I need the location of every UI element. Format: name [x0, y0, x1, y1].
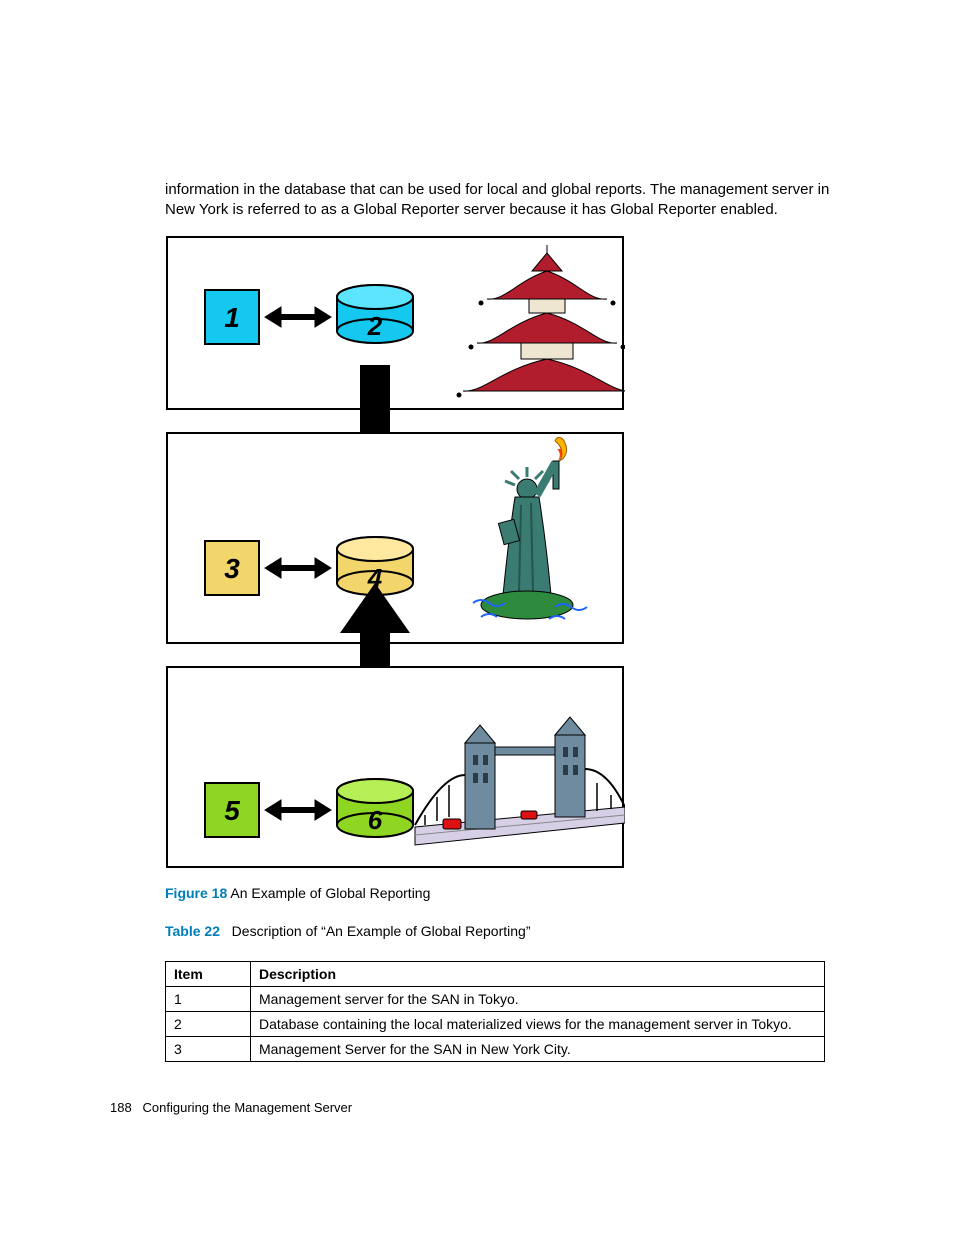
- table-row: 2 Database containing the local material…: [166, 1011, 825, 1036]
- table-row: 3 Management Server for the SAN in New Y…: [166, 1036, 825, 1061]
- col-header-description: Description: [251, 961, 825, 986]
- col-header-item: Item: [166, 961, 251, 986]
- page-number: 188: [110, 1100, 132, 1115]
- section-title: Configuring the Management Server: [143, 1100, 353, 1115]
- label-box-5: 5: [224, 795, 240, 826]
- label-box-1: 1: [224, 302, 240, 333]
- figure-diagram: 1 2: [165, 235, 844, 875]
- label-box-2: 2: [367, 311, 383, 341]
- table-header-row: Item Description: [166, 961, 825, 986]
- cell-item: 2: [166, 1011, 251, 1036]
- cell-description: Management server for the SAN in Tokyo.: [251, 986, 825, 1011]
- cell-description: Management Server for the SAN in New Yor…: [251, 1036, 825, 1061]
- table-caption-text: Description of “An Example of Global Rep…: [232, 923, 531, 939]
- figure-caption-text-value: An Example of Global Reporting: [230, 885, 430, 901]
- intro-paragraph: information in the database that can be …: [165, 180, 844, 221]
- table-caption: Table 22 Description of “An Example of G…: [165, 923, 844, 939]
- cell-item: 3: [166, 1036, 251, 1061]
- cell-item: 1: [166, 986, 251, 1011]
- page-footer: 188 Configuring the Management Server: [110, 1100, 352, 1115]
- figure-caption: Figure 18 An Example of Global Reporting: [165, 885, 844, 901]
- figure-label: Figure 18: [165, 885, 227, 901]
- table-row: 1 Management server for the SAN in Tokyo…: [166, 986, 825, 1011]
- global-reporting-diagram: 1 2: [165, 235, 625, 875]
- table-label: Table 22: [165, 923, 220, 939]
- cell-description: Database containing the local materializ…: [251, 1011, 825, 1036]
- label-box-3: 3: [224, 553, 240, 584]
- label-box-6: 6: [368, 805, 383, 835]
- description-table: Item Description 1 Management server for…: [165, 961, 825, 1062]
